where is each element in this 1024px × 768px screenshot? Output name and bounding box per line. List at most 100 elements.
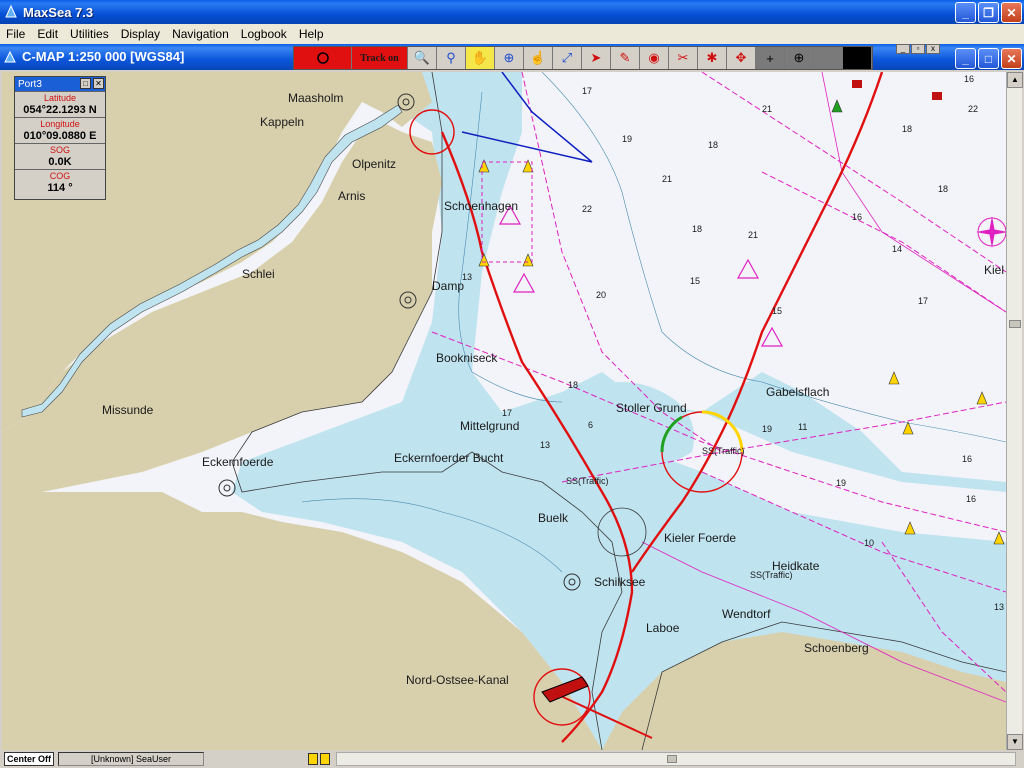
svg-text:17: 17 (502, 408, 512, 418)
svg-text:13: 13 (540, 440, 550, 450)
svg-text:21: 21 (762, 104, 772, 114)
close-button[interactable]: ✕ (1001, 2, 1022, 23)
blank-button[interactable] (814, 47, 843, 69)
chart-close-button[interactable]: ✕ (1001, 48, 1022, 69)
menu-logbook[interactable]: Logbook (235, 27, 293, 41)
pencil-button[interactable]: ✎ (611, 47, 640, 69)
svg-text:15: 15 (690, 276, 700, 286)
label-laboe: Laboe (646, 621, 680, 635)
mini-close-button[interactable]: x (926, 44, 940, 54)
compass-button[interactable]: ⚲ (437, 47, 466, 69)
label-schilksee: Schilksee (594, 575, 646, 589)
info-panel-header: Port3 □ ✕ (15, 77, 105, 91)
center-off-button[interactable]: Center Off (4, 752, 54, 766)
zoom-button[interactable]: 🔍 (408, 47, 437, 69)
label-damp: Damp (432, 279, 464, 293)
cog-value: 114 ° (47, 182, 73, 194)
target-button[interactable] (294, 47, 352, 69)
info-panel-minimize-button[interactable]: □ (80, 78, 91, 89)
grab-button[interactable]: ☝ (524, 47, 553, 69)
horizontal-scroll-thumb[interactable] (667, 755, 677, 763)
svg-text:13: 13 (994, 602, 1004, 612)
minimize-button[interactable]: _ (955, 2, 976, 23)
magnifier-icon: 🔍 (413, 50, 431, 65)
svg-text:18: 18 (938, 184, 948, 194)
svg-text:6: 6 (588, 420, 593, 430)
scissors-button[interactable]: ✂ (669, 47, 698, 69)
label-kappeln: Kappeln (260, 115, 304, 129)
pointer-icon: ➤ (590, 50, 602, 65)
menu-navigation[interactable]: Navigation (166, 27, 235, 41)
menu-utilities[interactable]: Utilities (64, 27, 115, 41)
chart-canvas[interactable]: 1719 2118 2118 1818 2122 2015 1517 19 11 … (2, 72, 1006, 750)
pan-button[interactable]: ✋ (466, 47, 495, 69)
pointer-button[interactable]: ➤ (582, 47, 611, 69)
label-bookniseck: Bookniseck (436, 351, 498, 365)
label-schoenhagen: Schoenhagen (444, 199, 518, 213)
waypoint-icon: ⊕ (793, 50, 805, 65)
mini-restore-button[interactable]: ▫ (911, 44, 925, 54)
svg-text:16: 16 (964, 74, 974, 84)
svg-text:16: 16 (852, 212, 862, 222)
menu-file[interactable]: File (0, 27, 31, 41)
svg-text:17: 17 (918, 296, 928, 306)
label-mittelgrund: Mittelgrund (460, 419, 519, 433)
menu-help[interactable]: Help (293, 27, 330, 41)
svg-text:17: 17 (582, 86, 592, 96)
label-maasholm: Maasholm (288, 91, 343, 105)
svg-text:18: 18 (902, 124, 912, 134)
chart-minimize-button[interactable]: _ (955, 48, 976, 69)
grab-icon: ☝ (529, 50, 547, 65)
scissors-icon: ✂ (677, 50, 689, 65)
waypoint-button[interactable]: ⊕ (785, 47, 814, 69)
label-schlei: Schlei (242, 267, 275, 281)
svg-text:11: 11 (798, 422, 807, 432)
menu-display[interactable]: Display (115, 27, 166, 41)
menu-edit[interactable]: Edit (31, 27, 64, 41)
label-missunde: Missunde (102, 403, 154, 417)
svg-text:19: 19 (622, 134, 632, 144)
svg-text:21: 21 (662, 174, 672, 184)
label-eckernfoerder-bucht: Eckernfoerder Bucht (394, 451, 504, 465)
maxsea-logo-icon (5, 5, 17, 18)
svg-text:18: 18 (708, 140, 718, 150)
menu-bar: File Edit Utilities Display Navigation L… (0, 24, 1024, 44)
mini-minimize-button[interactable]: _ (896, 44, 910, 54)
svg-text:20: 20 (596, 290, 606, 300)
label-traffic-stoller: SS(Traffic) (702, 446, 745, 456)
label-traffic-buelk: SS(Traffic) (566, 476, 609, 486)
label-eckernfoerde: Eckernfoerde (202, 455, 274, 469)
horizontal-scrollbar[interactable] (336, 752, 1016, 766)
crosshair-button[interactable]: ⊕ (495, 47, 524, 69)
app-title: MaxSea 7.3 (23, 4, 94, 20)
status-icon-1[interactable] (308, 753, 318, 765)
black-button[interactable] (843, 47, 872, 69)
scroll-down-button[interactable]: ▼ (1007, 734, 1023, 750)
vertical-scrollbar[interactable]: ▲ ▼ (1006, 72, 1023, 750)
plus-button[interactable]: + (756, 47, 785, 69)
label-traffic-heidkate: SS(Traffic) (750, 570, 793, 580)
label-stoller-grund: Stoller Grund (616, 401, 687, 415)
plus-icon: + (766, 50, 774, 66)
goto-icon: ◉ (648, 50, 660, 65)
goto-button[interactable]: ◉ (640, 47, 669, 69)
move-button[interactable]: ✥ (727, 47, 756, 69)
label-kiel: Kiel (984, 263, 1004, 277)
user-status: [Unknown] SeaUser (58, 752, 204, 766)
svg-text:18: 18 (692, 224, 702, 234)
position-info-panel[interactable]: Port3 □ ✕ Latitude 054°22.1293 N Longitu… (14, 76, 106, 200)
restore-button[interactable]: ❐ (978, 2, 999, 23)
info-panel-close-button[interactable]: ✕ (93, 78, 104, 89)
track-on-button[interactable]: Track on (352, 47, 408, 69)
svg-text:21: 21 (748, 230, 758, 240)
chart-maximize-button[interactable]: □ (978, 48, 999, 69)
crosshair-icon: ⊕ (503, 50, 515, 65)
scroll-up-button[interactable]: ▲ (1007, 72, 1023, 88)
ruler-button[interactable]: ⤢ (553, 47, 582, 69)
label-nord-ostsee-kanal: Nord-Ostsee-Kanal (406, 673, 509, 687)
status-icon-2[interactable] (320, 753, 330, 765)
nautical-chart[interactable]: 17 19 21 18 21 18 18 18 21 22 20 15 15 17 19 11 … (2, 72, 1006, 750)
mob-button[interactable]: ✱ (698, 47, 727, 69)
label-wendtorf: Wendtorf (722, 607, 771, 621)
vertical-scroll-thumb[interactable] (1009, 320, 1021, 328)
